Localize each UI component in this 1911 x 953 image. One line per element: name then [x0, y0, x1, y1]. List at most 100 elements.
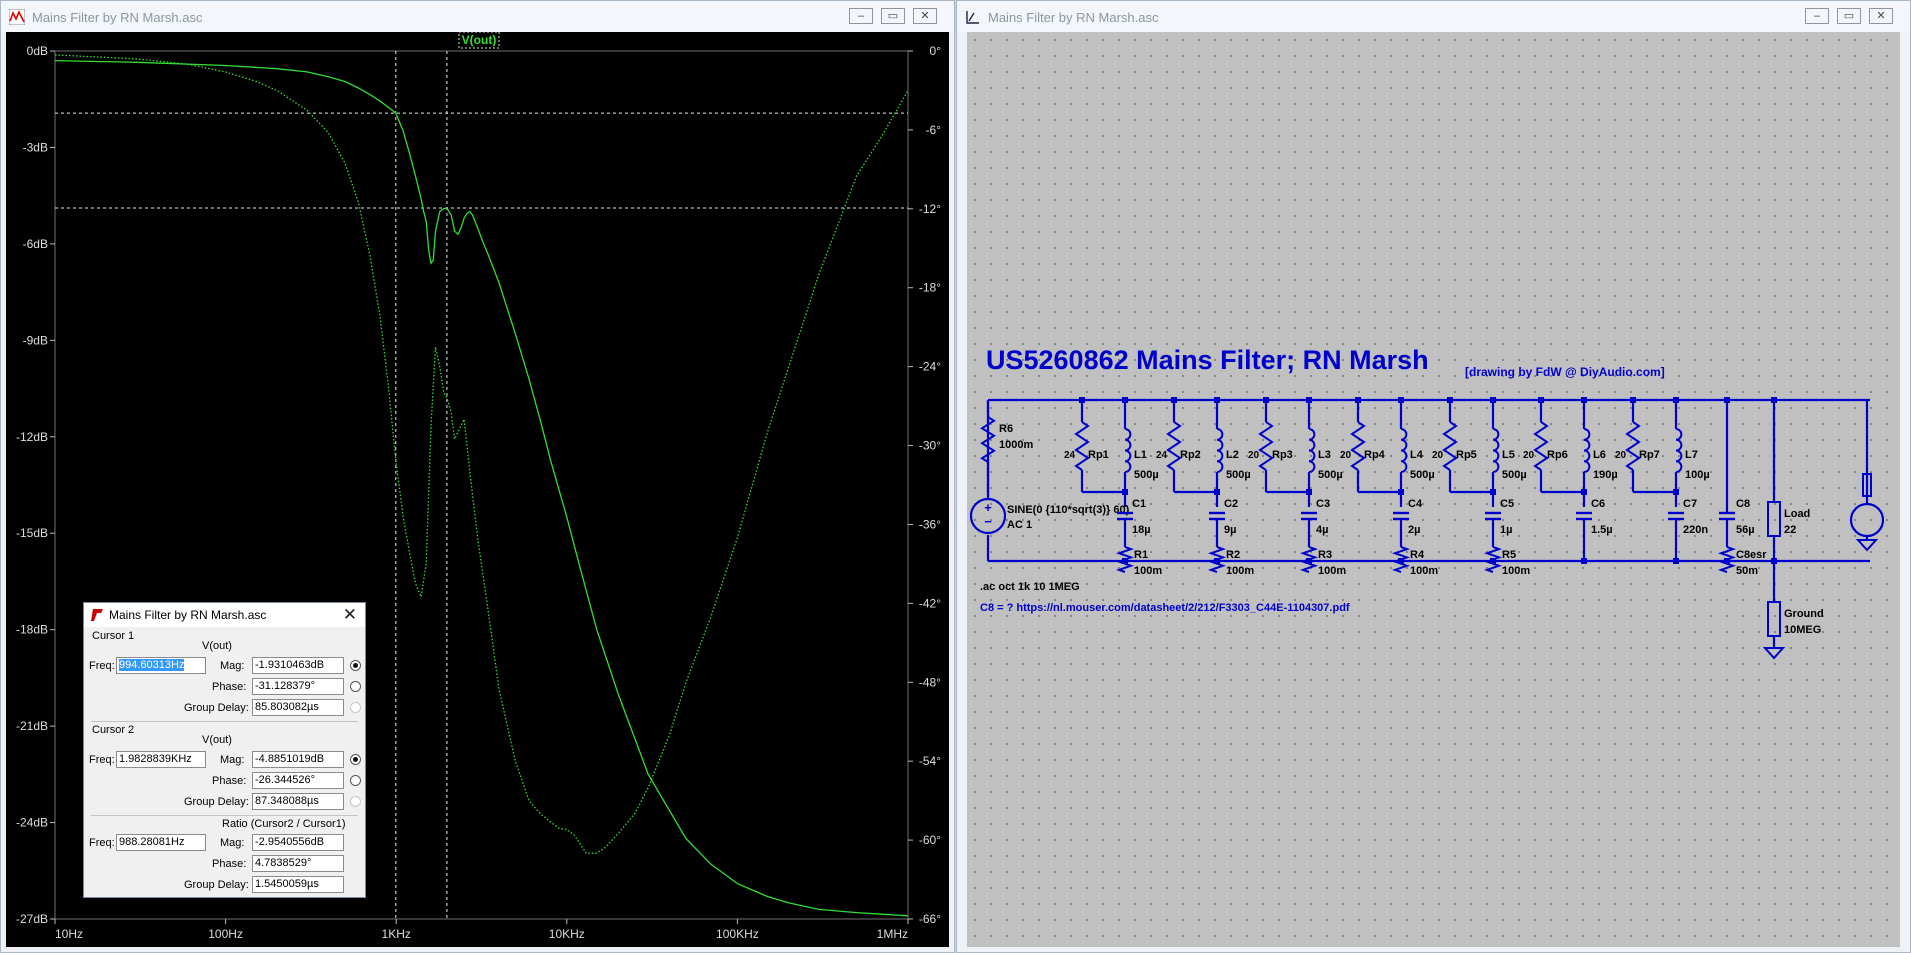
resistor-value-3[interactable]: 100m	[1318, 565, 1346, 577]
cursor2-gd-field[interactable]: 87.348088µs	[252, 793, 344, 810]
c8esr-value[interactable]: 50m	[1736, 565, 1758, 577]
ground-value[interactable]: 10MEG	[1784, 624, 1821, 636]
resistor-name-1[interactable]: R1	[1134, 549, 1148, 561]
source-ac[interactable]: AC 1	[1007, 519, 1032, 531]
plot-window-titlebar[interactable]: Mains Filter by RN Marsh.asc – ▭ ✕	[1, 1, 954, 32]
rp-value-4[interactable]: 20	[1340, 450, 1352, 461]
filter-section-6[interactable]: 20 Rp6 L6 190µ C6 1.5µ	[1523, 421, 1618, 536]
cap-name-5[interactable]: C5	[1500, 498, 1514, 510]
cap-value-4[interactable]: 2µ	[1408, 524, 1420, 536]
inductor-value-4[interactable]: 500µ	[1410, 469, 1435, 481]
schematic-drawing[interactable]: US5260862 Mains Filter; RN Marsh [drawin…	[967, 32, 1900, 947]
inductor-value-6[interactable]: 190µ	[1593, 469, 1618, 481]
rp-value-3[interactable]: 20	[1248, 450, 1260, 461]
cursor1-freq-field[interactable]: 994.60313Hz	[116, 657, 206, 674]
resistor-name-3[interactable]: R3	[1318, 549, 1332, 561]
cap-name-4[interactable]: C4	[1408, 498, 1423, 510]
inductor-name-7[interactable]: L7	[1685, 449, 1698, 461]
cap-value-2[interactable]: 9µ	[1224, 524, 1236, 536]
c8esr-name[interactable]: C8esr	[1736, 549, 1767, 561]
filter-section-3[interactable]: 20 Rp3 L3 500µ C3 4µ R3 100m	[1248, 421, 1346, 577]
cursor1-gd-field[interactable]: 85.803082µs	[252, 699, 344, 716]
rp-value-1[interactable]: 24	[1064, 450, 1076, 461]
restore-button[interactable]: ▭	[1837, 8, 1861, 24]
cursor2-phase-radio[interactable]	[350, 775, 361, 786]
r6-name[interactable]: R6	[999, 423, 1013, 435]
cap-name-6[interactable]: C6	[1591, 498, 1605, 510]
cursor2-phase-field[interactable]: -26.344526°	[252, 772, 344, 789]
rp-name-5[interactable]: Rp5	[1456, 449, 1477, 461]
trace-label-box[interactable]: V(out)	[458, 32, 500, 49]
ratio-phase-field[interactable]: 4.7838529°	[252, 855, 344, 872]
filter-section-2[interactable]: 24 Rp2 L2 500µ C2 9µ R2 100m	[1156, 421, 1254, 577]
cursor2-gd-radio[interactable]	[350, 796, 361, 807]
close-button[interactable]: ✕	[1869, 8, 1893, 24]
inductor-name-5[interactable]: L5	[1502, 449, 1515, 461]
cursor1-mag-field[interactable]: -1.9310463dB	[252, 657, 344, 674]
cursor-dialog[interactable]: Mains Filter by RN Marsh.asc ✕ Cursor 1 …	[83, 602, 366, 898]
filter-section-5[interactable]: 20 Rp5 L5 500µ C5 1µ R5 100m	[1432, 421, 1530, 577]
cursor2-mag-radio[interactable]	[350, 754, 361, 765]
rp-value-6[interactable]: 20	[1523, 450, 1535, 461]
load-value[interactable]: 22	[1784, 524, 1796, 536]
rp-value-2[interactable]: 24	[1156, 450, 1168, 461]
c8-comment[interactable]: C8 = ? https://nl.mouser.com/datasheet/2…	[980, 602, 1350, 614]
resistor-value-4[interactable]: 100m	[1410, 565, 1438, 577]
rp-name-3[interactable]: Rp3	[1272, 449, 1293, 461]
cap-name-7[interactable]: C7	[1683, 498, 1697, 510]
cursor2-freq-field[interactable]: 1.9828839KHz	[116, 751, 206, 768]
inductor-value-1[interactable]: 500µ	[1134, 469, 1159, 481]
rp-name-7[interactable]: Rp7	[1639, 449, 1660, 461]
inductor-name-2[interactable]: L2	[1226, 449, 1239, 461]
ground-name[interactable]: Ground	[1784, 608, 1824, 620]
ratio-mag-field[interactable]: -2.9540556dB	[252, 834, 344, 851]
cap-value-7[interactable]: 220n	[1683, 524, 1708, 536]
ratio-freq-field[interactable]: 988.28081Hz	[116, 834, 206, 851]
rp-name-6[interactable]: Rp6	[1547, 449, 1568, 461]
filter-section-1[interactable]: 24 Rp1 L1 500µ C1 18µ R1 100m	[1064, 421, 1162, 577]
schematic-window-titlebar[interactable]: Mains Filter by RN Marsh.asc – ▭ ✕	[957, 1, 1910, 32]
schematic-canvas[interactable]: US5260862 Mains Filter; RN Marsh [drawin…	[967, 32, 1900, 947]
cap-value-1[interactable]: 18µ	[1132, 524, 1151, 536]
rp-name-2[interactable]: Rp2	[1180, 449, 1201, 461]
ground-resistor[interactable]: Ground 10MEG	[1762, 601, 1824, 660]
ac-directive[interactable]: .ac oct 1k 10 1MEG	[980, 581, 1080, 593]
resistor-name-2[interactable]: R2	[1226, 549, 1240, 561]
cap-name-2[interactable]: C2	[1224, 498, 1238, 510]
rp-value-5[interactable]: 20	[1432, 450, 1444, 461]
cap-value-6[interactable]: 1.5µ	[1591, 524, 1613, 536]
resistor-value-5[interactable]: 100m	[1502, 565, 1530, 577]
rp-name-1[interactable]: Rp1	[1088, 449, 1109, 461]
load-name[interactable]: Load	[1784, 508, 1810, 520]
cap-value-5[interactable]: 1µ	[1500, 524, 1512, 536]
filter-section-4[interactable]: 20 Rp4 L4 500µ C4 2µ R4 100m	[1340, 421, 1438, 577]
cursor1-phase-radio[interactable]	[350, 681, 361, 692]
cursor1-gd-radio[interactable]	[350, 702, 361, 713]
resistor-name-4[interactable]: R4	[1410, 549, 1425, 561]
cap-name-1[interactable]: C1	[1132, 498, 1146, 510]
inductor-name-1[interactable]: L1	[1134, 449, 1147, 461]
load-resistor[interactable]: Load 22	[1767, 501, 1810, 537]
minimize-button[interactable]: –	[1805, 8, 1829, 24]
ratio-gd-field[interactable]: 1.5450059µs	[252, 876, 344, 893]
dialog-close-button[interactable]: ✕	[343, 605, 357, 625]
voltage-source-v1[interactable]: +− R6 1000m SINE(0 {110*sqrt(3)} 60) AC 1	[969, 416, 1130, 535]
inductor-value-5[interactable]: 500µ	[1502, 469, 1527, 481]
c8-value[interactable]: 56µ	[1736, 524, 1755, 536]
filter-section-7[interactable]: 20 Rp7 L7 100µ C7 220n	[1615, 421, 1710, 536]
c8-name[interactable]: C8	[1736, 498, 1750, 510]
inductor-name-6[interactable]: L6	[1593, 449, 1606, 461]
rp-value-7[interactable]: 20	[1615, 450, 1627, 461]
cursor1-mag-radio[interactable]	[350, 660, 361, 671]
inductor-value-7[interactable]: 100µ	[1685, 469, 1710, 481]
cursor2-mag-field[interactable]: -4.8851019dB	[252, 751, 344, 768]
cap-value-3[interactable]: 4µ	[1316, 524, 1328, 536]
r6-value[interactable]: 1000m	[999, 439, 1033, 451]
rp-name-4[interactable]: Rp4	[1364, 449, 1386, 461]
cursor1-phase-field[interactable]: -31.128379°	[252, 678, 344, 695]
source-spec[interactable]: SINE(0 {110*sqrt(3)} 60)	[1007, 504, 1130, 516]
inductor-value-2[interactable]: 500µ	[1226, 469, 1251, 481]
cursor-dialog-titlebar[interactable]: Mains Filter by RN Marsh.asc ✕	[84, 603, 365, 627]
resistor-name-5[interactable]: R5	[1502, 549, 1516, 561]
cap-name-3[interactable]: C3	[1316, 498, 1330, 510]
